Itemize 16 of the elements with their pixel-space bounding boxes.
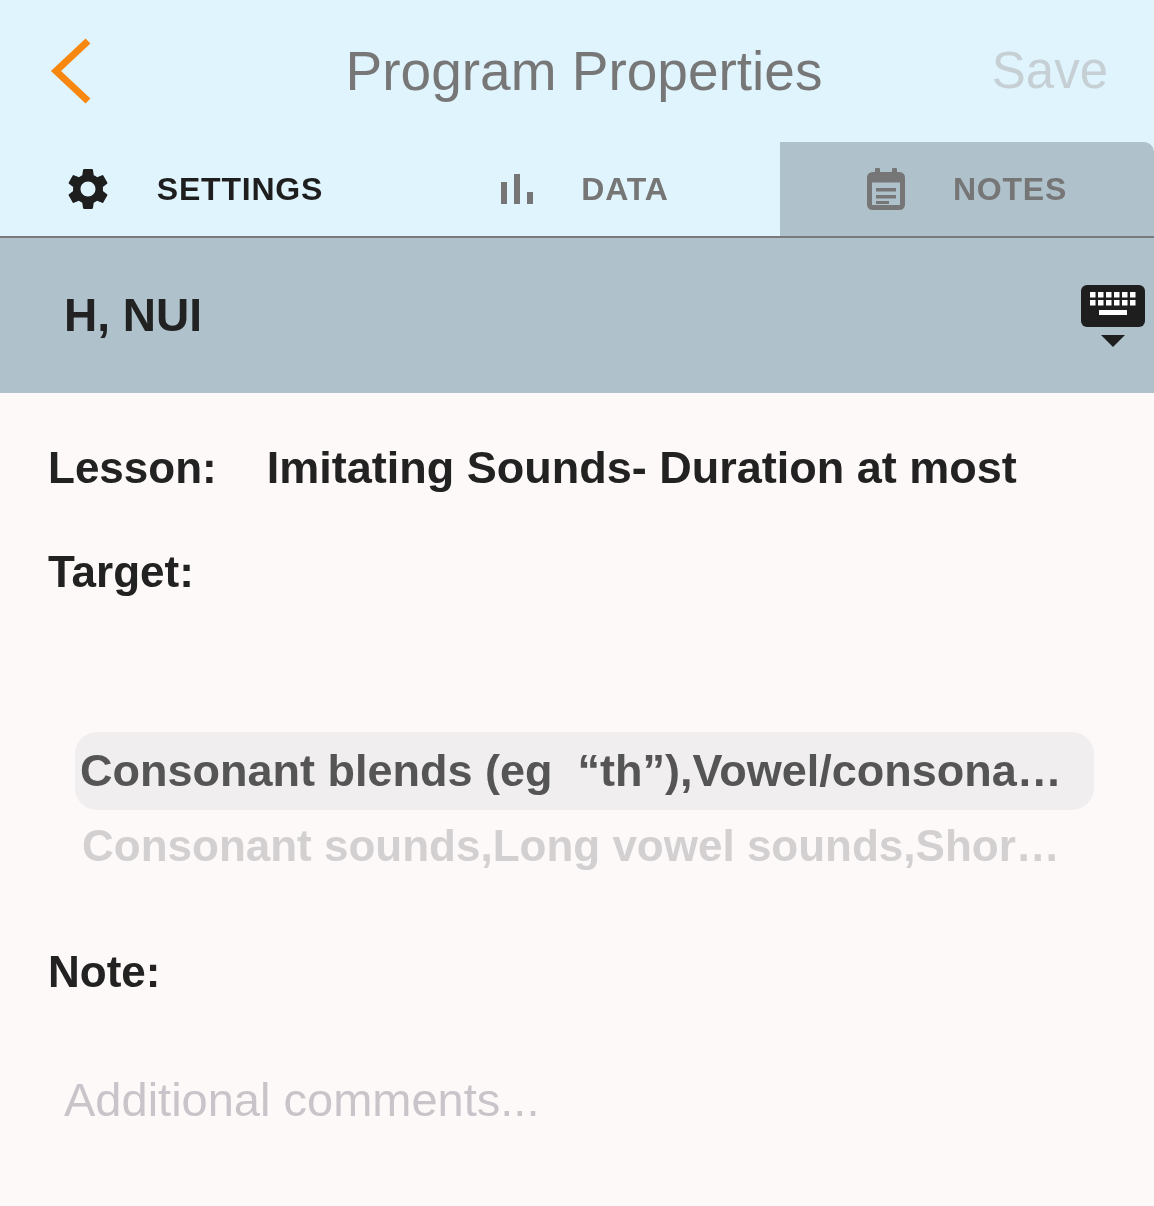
tab[interactable]: DATA [390,142,780,236]
calendar-icon [866,168,905,210]
bar-chart-icon [501,174,534,204]
tab[interactable]: NOTES [780,142,1154,236]
keyboard-button[interactable] [1081,284,1145,347]
student-name: H, NUI [64,288,202,343]
field-label: Note: [48,946,161,998]
gear-icon [66,168,109,210]
field-label: Lesson: [48,442,217,494]
field-label: Target: [48,546,194,598]
window-title: Program Properties [344,39,823,103]
keyboard-icon [1081,284,1145,347]
chevron-left-icon [50,38,92,104]
lesson-value: Imitating Sounds- Duration at most [266,442,1017,494]
picker-option[interactable]: Consonant blends (eg “th”),Vowel/consona… [75,732,1094,810]
tab[interactable]: SETTINGS [0,142,390,236]
